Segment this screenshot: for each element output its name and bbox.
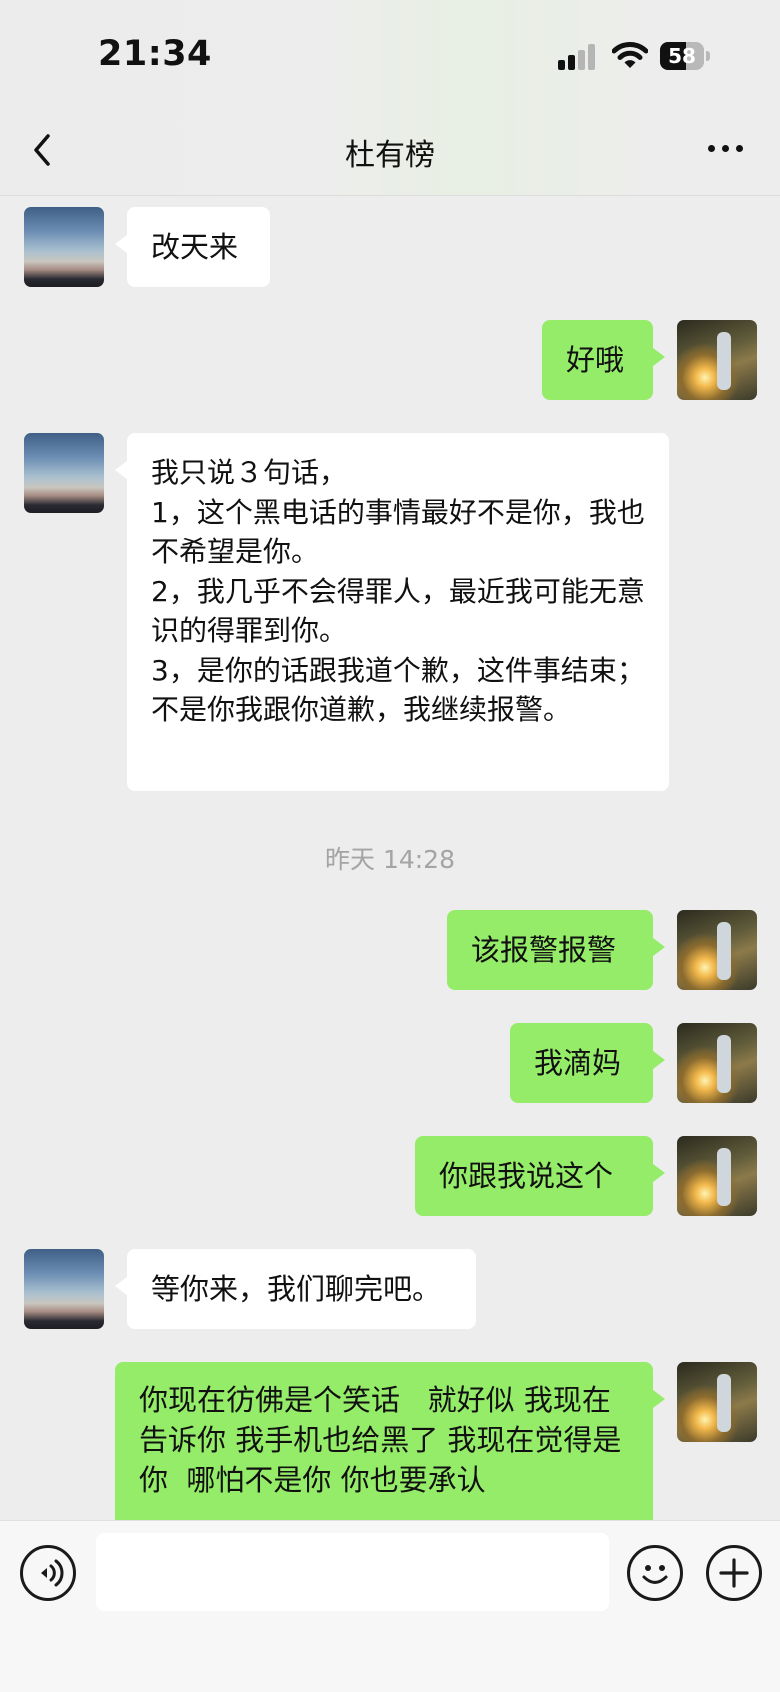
my-avatar[interactable] <box>677 1136 757 1216</box>
my-avatar[interactable] <box>677 910 757 990</box>
message-bubble-outgoing[interactable]: 该报警报警 <box>447 910 665 990</box>
chat-title: 杜有榜 <box>345 138 435 173</box>
message-bubble-incoming[interactable]: 改天来 <box>115 207 270 287</box>
emoji-icon[interactable] <box>627 1545 683 1601</box>
message-bubble-incoming[interactable]: 等你来，我们聊完吧。 <box>115 1249 476 1329</box>
smiley-glyph <box>642 1565 668 1584</box>
status-time: 21:34 <box>98 34 212 74</box>
my-avatar[interactable] <box>677 320 757 400</box>
message-bubble-outgoing[interactable]: 好哦 <box>542 320 665 400</box>
voice-input-icon[interactable] <box>20 1545 76 1601</box>
message-bubble-incoming[interactable]: 我只说３句话， 1，这个黑电话的事情最好不是你，我也不希望是你。 2，我几乎不会… <box>115 433 669 791</box>
my-avatar[interactable] <box>677 1023 757 1103</box>
chat-input-bar <box>0 1520 780 1692</box>
message-bubble-outgoing[interactable]: 我滴妈 <box>510 1023 665 1103</box>
top-area: 21:34 58 杜有榜 <box>0 0 780 196</box>
wifi-icon <box>612 42 648 68</box>
cellular-signal-icon <box>558 44 598 70</box>
add-icon[interactable] <box>706 1545 762 1601</box>
message-timestamp: 昨天 14:28 <box>325 845 455 874</box>
contact-avatar[interactable] <box>24 433 104 513</box>
message-bubble-outgoing[interactable]: 你现在彷佛是个笑话 就好似 我现在告诉你 我手机也给黑了 我现在觉得是你 哪怕不… <box>115 1362 665 1532</box>
battery-icon: 58 <box>660 42 710 70</box>
contact-avatar[interactable] <box>24 1249 104 1329</box>
battery-percent: 58 <box>668 44 696 68</box>
my-avatar[interactable] <box>677 1362 757 1442</box>
plus-glyph <box>719 1558 749 1588</box>
more-options-icon[interactable] <box>704 136 748 162</box>
voice-waves-glyph <box>41 1559 64 1587</box>
message-input[interactable] <box>96 1533 609 1611</box>
message-bubble-outgoing[interactable]: 你跟我说这个 <box>415 1136 665 1216</box>
contact-avatar[interactable] <box>24 207 104 287</box>
